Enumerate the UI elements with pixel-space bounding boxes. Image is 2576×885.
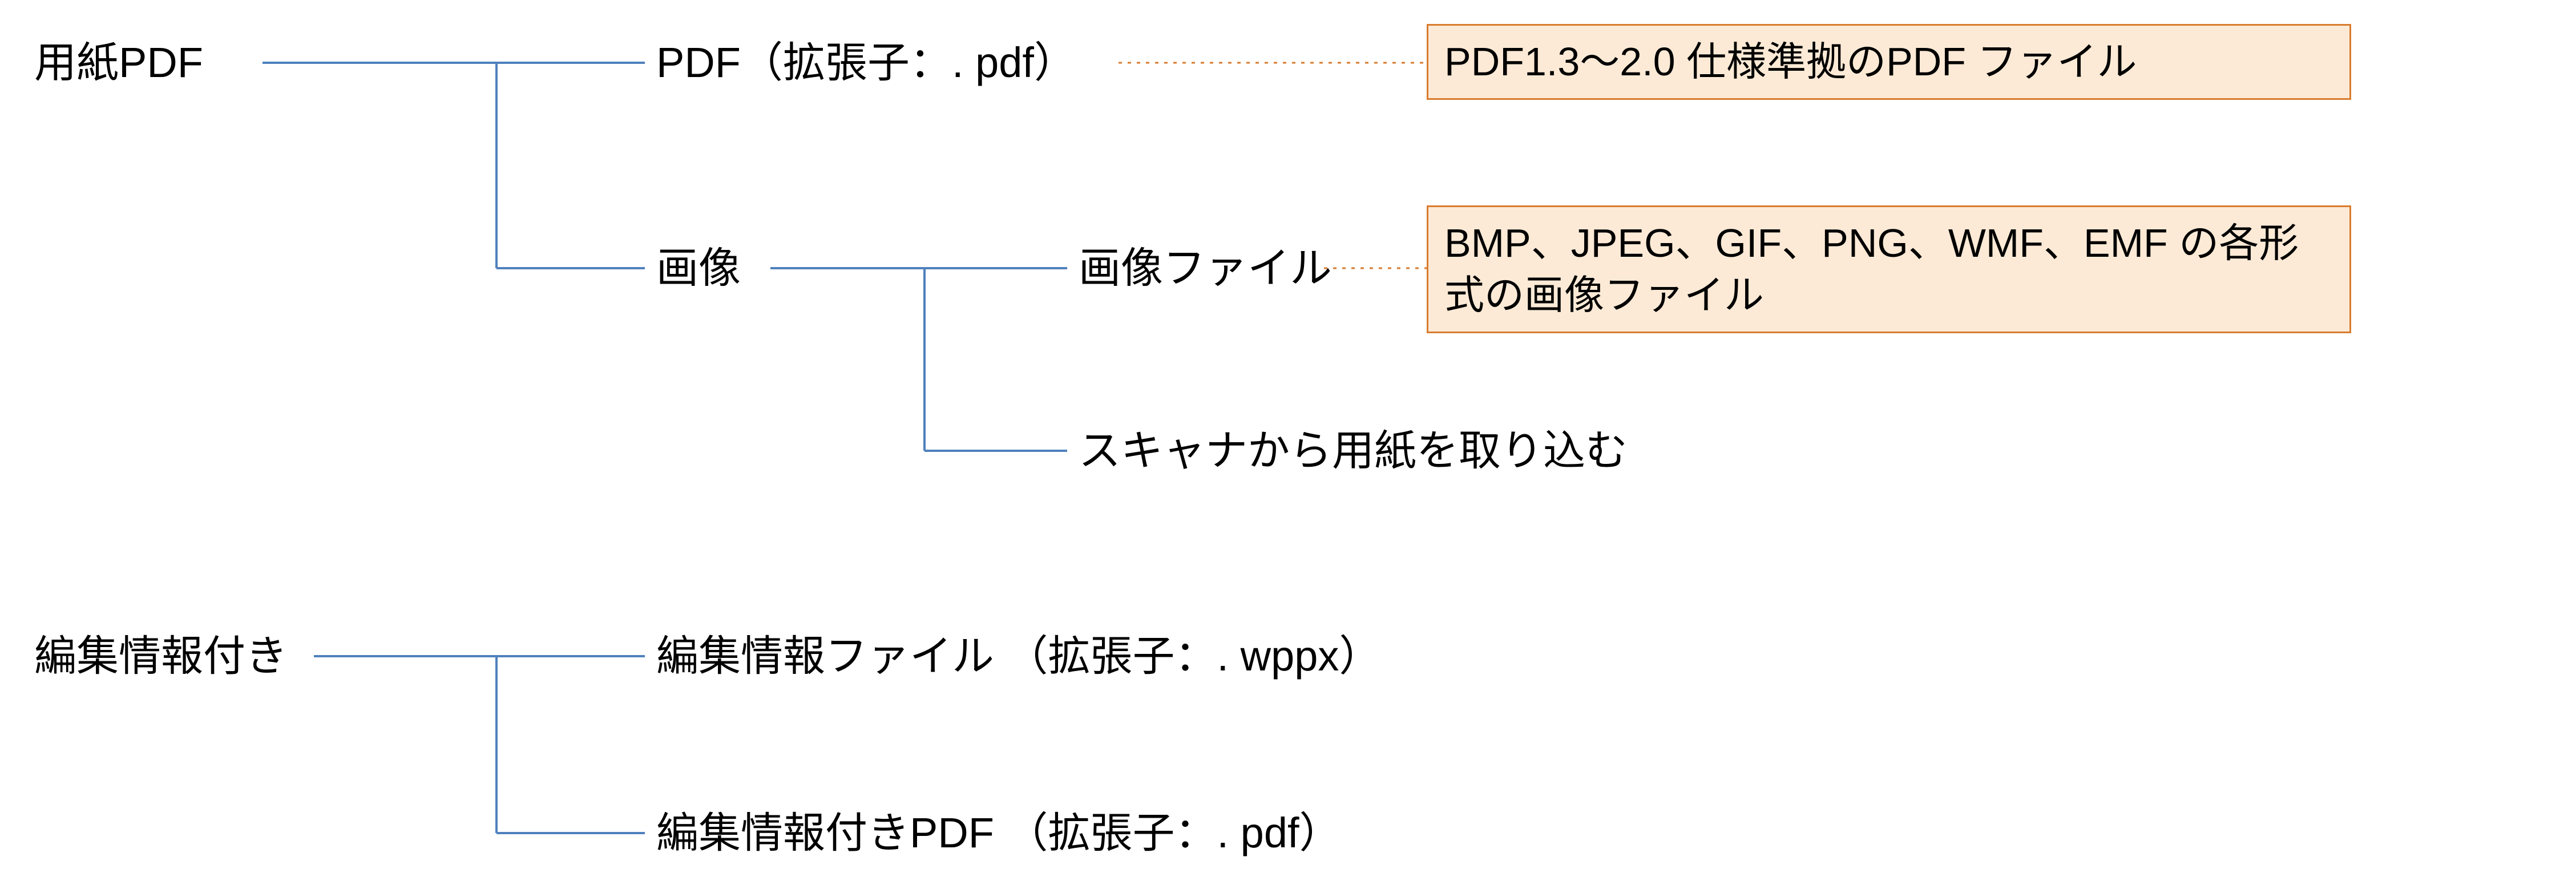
callout-image-formats: BMP、JPEG、GIF、PNG、WMF、EMF の各形式の画像ファイル (1427, 205, 2351, 333)
node-paper-pdf: 用紙PDF (34, 35, 203, 90)
node-edit-info-file: 編集情報ファイル （拡張子：. wppx） (656, 629, 1381, 684)
callout-pdf-spec: PDF1.3～2.0 仕様準拠のPDF ファイル (1427, 24, 2351, 100)
node-scanner-import: スキャナから用紙を取り込む (1079, 423, 1628, 478)
node-image-file: 画像ファイル (1079, 241, 1332, 296)
diagram-canvas: 用紙PDF PDF（拡張子：. pdf） 画像 画像ファイル スキャナから用紙を… (0, 0, 2576, 885)
node-pdf-ext: PDF（拡張子：. pdf） (656, 35, 1076, 90)
node-edit-info-pdf: 編集情報付きPDF （拡張子：. pdf） (656, 806, 1342, 860)
node-with-edit-info: 編集情報付き (34, 629, 288, 684)
node-image: 画像 (656, 241, 741, 296)
